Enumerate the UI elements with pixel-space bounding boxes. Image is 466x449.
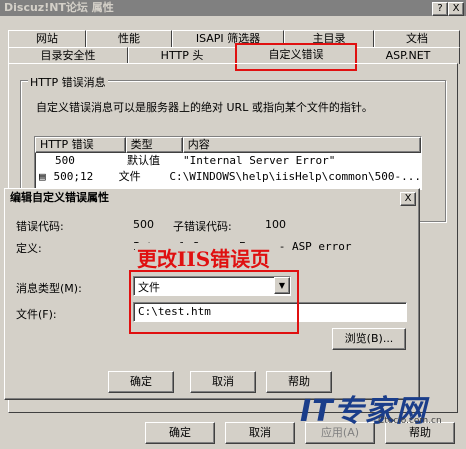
dialog-ok-button[interactable]: 确定 — [108, 371, 174, 393]
list-item[interactable]: 500 默认值 "Internal Server Error" — [35, 153, 421, 169]
sub-error-label: 子错误代码: — [173, 220, 232, 233]
main-window-title: Discuz!NT论坛 属性 — [4, 1, 114, 14]
column-header[interactable]: 内容 — [182, 137, 421, 153]
error-code-value: 500 — [133, 218, 154, 231]
file-label: 文件(F): — [16, 308, 57, 321]
tab-aspnet[interactable]: ASP.NET — [356, 47, 460, 64]
tab-performance[interactable]: 性能 — [86, 30, 172, 47]
dialog-cancel-button[interactable]: 取消 — [190, 371, 256, 393]
error-list[interactable]: HTTP 错误 类型 内容 500 默认值 "Internal Server E… — [34, 136, 422, 190]
annotation-highlight-box — [129, 270, 299, 334]
dialog-title: 编辑自定义错误属性 — [10, 191, 109, 204]
watermark-site: Ctocio.com.cn — [378, 416, 442, 426]
close-title-button[interactable]: X — [448, 2, 464, 16]
ok-button[interactable]: 确定 — [145, 422, 215, 444]
annotation-text: 更改IIS错误页 — [135, 243, 273, 272]
tab-directory-security[interactable]: 目录安全性 — [8, 47, 128, 64]
help-title-button[interactable]: ? — [432, 2, 448, 16]
group-label: HTTP 错误消息 — [28, 74, 108, 90]
list-header: HTTP 错误 类型 内容 — [35, 137, 421, 153]
browse-button[interactable]: 浏览(B)... — [332, 328, 406, 350]
error-code-label: 错误代码: — [16, 220, 64, 233]
main-title-bar: Discuz!NT论坛 属性 — [0, 0, 466, 16]
message-type-label: 消息类型(M): — [16, 282, 82, 295]
definition-label: 定义: — [16, 242, 42, 255]
dialog-title-bar: 编辑自定义错误属性 — [6, 190, 416, 206]
column-header[interactable]: HTTP 错误 — [35, 137, 126, 153]
close-icon: X — [404, 193, 412, 204]
tab-documents[interactable]: 文档 — [374, 30, 460, 47]
sub-error-value: 100 — [265, 218, 286, 231]
description-text: 自定义错误消息可以是服务器上的绝对 URL 或指向某个文件的指针。 — [36, 101, 373, 114]
list-item[interactable]: ▤ 500;12 文件 C:\WINDOWS\help\iisHelp\comm… — [35, 169, 421, 185]
tab-website[interactable]: 网站 — [8, 30, 86, 47]
file-icon: ▤ — [39, 170, 46, 183]
close-icon: X — [452, 3, 460, 14]
dialog-close-button[interactable]: X — [400, 192, 416, 206]
tab-http-headers[interactable]: HTTP 头 — [128, 47, 236, 64]
cancel-button[interactable]: 取消 — [225, 422, 295, 444]
column-header[interactable]: 类型 — [125, 137, 183, 153]
